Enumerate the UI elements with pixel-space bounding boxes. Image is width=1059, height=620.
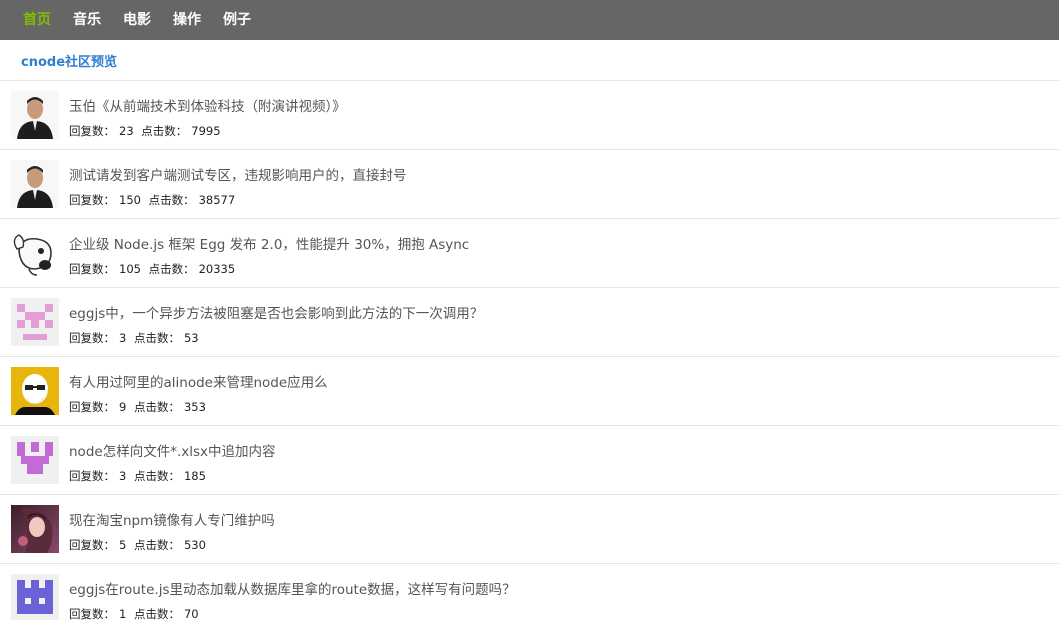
nav-item-examples[interactable]: 例子 — [212, 0, 262, 40]
visit-count: 38577 — [198, 193, 236, 207]
replies-label: 回复数： — [69, 331, 115, 345]
purple-identicon-avatar[interactable] — [11, 436, 59, 484]
replies-label: 回复数： — [69, 469, 115, 483]
replies-label: 回复数： — [69, 193, 115, 207]
visits-label: 点击数： — [133, 400, 180, 414]
topic-item[interactable]: 现在淘宝npm镜像有人专门维护吗 回复数： 5 点击数： 530 — [0, 495, 1059, 564]
topic-meta: 回复数： 5 点击数： 530 — [69, 537, 210, 553]
visit-count: 7995 — [191, 124, 221, 138]
topic-title[interactable]: 现在淘宝npm镜像有人专门维护吗 — [69, 509, 275, 529]
replies-label: 回复数： — [69, 262, 115, 276]
visits-label: 点击数： — [148, 193, 195, 207]
topic-title[interactable]: 有人用过阿里的alinode来管理node应用么 — [69, 371, 328, 391]
visits-label: 点击数： — [148, 262, 195, 276]
topic-item[interactable]: 玉伯《从前端技术到体验科技（附演讲视频）》 回复数： 23 点击数： 7995 — [0, 81, 1059, 150]
nav-item-movie[interactable]: 电影 — [112, 0, 162, 40]
reply-count: 5 — [119, 538, 127, 552]
topic-title[interactable]: 测试请发到客户端测试专区，违规影响用户的，直接封号 — [69, 164, 407, 184]
topic-meta: 回复数： 105 点击数： 20335 — [69, 261, 239, 277]
nav-item-music[interactable]: 音乐 — [62, 0, 112, 40]
dog-avatar[interactable] — [11, 229, 59, 277]
replies-label: 回复数： — [69, 538, 115, 552]
replies-label: 回复数： — [69, 607, 115, 620]
section-header: cnode社区预览 — [0, 40, 1059, 81]
reply-count: 9 — [119, 400, 127, 414]
topic-item[interactable]: 有人用过阿里的alinode来管理node应用么 回复数： 9 点击数： 353 — [0, 357, 1059, 426]
topic-title[interactable]: eggjs中，一个异步方法被阻塞是否也会影响到此方法的下一次调用？ — [69, 302, 483, 322]
topic-item[interactable]: 测试请发到客户端测试专区，违规影响用户的，直接封号 回复数： 150 点击数： 38… — [0, 150, 1059, 219]
visits-label: 点击数： — [141, 124, 188, 138]
reply-count: 23 — [119, 124, 134, 138]
topic-title[interactable]: 玉伯《从前端技术到体验科技（附演讲视频）》 — [69, 95, 346, 115]
replies-label: 回复数： — [69, 400, 115, 414]
visit-count: 353 — [183, 400, 206, 414]
blue-identicon-avatar[interactable] — [11, 574, 59, 620]
topic-title[interactable]: node怎样向文件*.xlsx中追加内容 — [69, 440, 276, 460]
nav-item-home[interactable]: 首页 — [12, 0, 62, 40]
visit-count: 530 — [183, 538, 206, 552]
anime-girl-avatar[interactable] — [11, 505, 59, 553]
topic-title[interactable]: 企业级 Node.js 框架 Egg 发布 2.0，性能提升 30%，拥抱 As… — [69, 233, 469, 253]
reply-count: 3 — [119, 331, 127, 345]
visit-count: 53 — [183, 331, 199, 345]
nav-item-operation[interactable]: 操作 — [162, 0, 212, 40]
person-photo-avatar[interactable] — [11, 91, 59, 139]
visit-count: 70 — [183, 607, 199, 620]
visit-count: 20335 — [198, 262, 236, 276]
visits-label: 点击数： — [133, 538, 180, 552]
topic-meta: 回复数： 1 点击数： 70 — [69, 606, 203, 620]
bald-man-cartoon-avatar[interactable] — [11, 367, 59, 415]
reply-count: 150 — [119, 193, 141, 207]
visit-count: 185 — [183, 469, 206, 483]
topic-meta: 回复数： 3 点击数： 185 — [69, 468, 210, 484]
person-photo-avatar[interactable] — [11, 160, 59, 208]
topic-item[interactable]: eggjs在route.js里动态加载从数据库里拿的route数据，这样写有问题… — [0, 564, 1059, 620]
topic-meta: 回复数： 23 点击数： 7995 — [69, 123, 225, 139]
topic-meta: 回复数： 150 点击数： 38577 — [69, 192, 239, 208]
topic-title[interactable]: eggjs在route.js里动态加载从数据库里拿的route数据，这样写有问题… — [69, 578, 516, 598]
topic-item[interactable]: eggjs中，一个异步方法被阻塞是否也会影响到此方法的下一次调用？ 回复数： 3 … — [0, 288, 1059, 357]
reply-count: 105 — [119, 262, 141, 276]
visits-label: 点击数： — [133, 331, 180, 345]
topic-meta: 回复数： 3 点击数： 53 — [69, 330, 203, 346]
top-nav: 首页 音乐 电影 操作 例子 — [0, 0, 1059, 40]
section-title: cnode社区预览 — [21, 54, 118, 70]
topic-item[interactable]: 企业级 Node.js 框架 Egg 发布 2.0，性能提升 30%，拥抱 As… — [0, 219, 1059, 288]
pink-identicon-avatar[interactable] — [11, 298, 59, 346]
topic-list: 玉伯《从前端技术到体验科技（附演讲视频）》 回复数： 23 点击数： 7995 测试… — [0, 81, 1059, 620]
topic-item[interactable]: node怎样向文件*.xlsx中追加内容 回复数： 3 点击数： 185 — [0, 426, 1059, 495]
reply-count: 3 — [119, 469, 127, 483]
visits-label: 点击数： — [133, 469, 180, 483]
reply-count: 1 — [119, 607, 127, 620]
visits-label: 点击数： — [133, 607, 180, 620]
topic-meta: 回复数： 9 点击数： 353 — [69, 399, 210, 415]
replies-label: 回复数： — [69, 124, 115, 138]
